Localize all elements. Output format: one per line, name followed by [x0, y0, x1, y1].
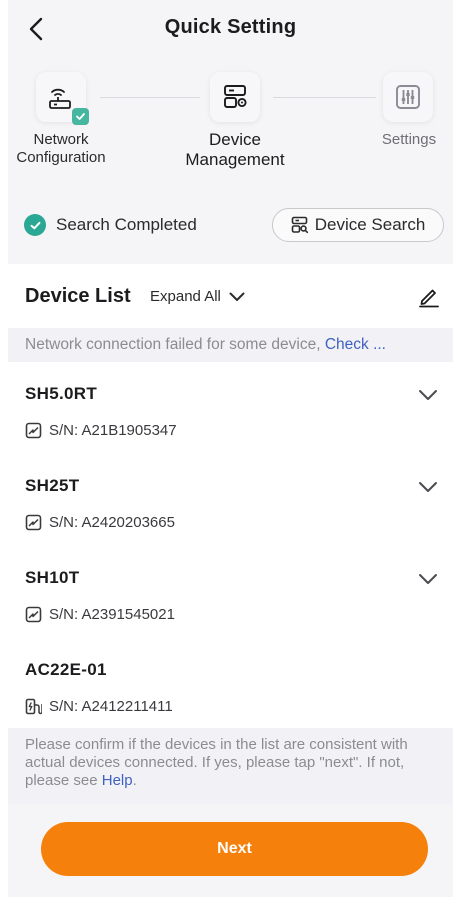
pencil-icon	[419, 289, 439, 308]
step-device-management[interactable]	[210, 72, 260, 122]
device-name: AC22E-01	[25, 660, 107, 679]
page-title: Quick Setting	[164, 16, 297, 38]
device-serial: S/N: A2412211411	[25, 698, 173, 715]
check-circle-icon	[24, 214, 46, 236]
header: Quick Setting	[8, 0, 453, 62]
device-list-header: Device List Expand All	[8, 264, 453, 328]
search-status-row: Search Completed Device Search	[8, 200, 453, 250]
step-label-settings: Settings	[381, 131, 437, 148]
device-serial: S/N: A2391545021	[25, 606, 175, 623]
device-item[interactable]: SH10T S/N: A2391545021	[8, 554, 453, 646]
device-item[interactable]: SH25T S/N: A2420203665	[8, 462, 453, 554]
confirm-end: .	[132, 772, 137, 789]
device-search-label: Device Search	[314, 215, 426, 234]
step-network-configuration[interactable]	[36, 72, 89, 125]
connection-warning: Network connection failed for some devic…	[8, 328, 453, 362]
confirm-note: Please confirm if the devices in the lis…	[8, 728, 453, 804]
chevron-down-icon	[229, 292, 245, 301]
device-list-card: Device List Expand All Network connectio…	[8, 264, 453, 804]
setup-stepper: Network Configuration Device Management	[8, 66, 453, 176]
sliders-icon	[396, 85, 420, 109]
chevron-down-icon[interactable]	[417, 572, 439, 586]
check-link[interactable]: Check ...	[325, 336, 386, 353]
step-connector	[273, 97, 376, 98]
step-label-device: Device Management	[185, 130, 285, 170]
completed-badge	[72, 108, 89, 125]
device-manage-icon	[224, 85, 247, 108]
router-icon	[49, 88, 71, 109]
next-button[interactable]: Next	[41, 822, 428, 876]
expand-all-label: Expand All	[150, 288, 221, 305]
device-serial: S/N: A21B1905347	[25, 422, 177, 439]
device-name: SH5.0RT	[25, 384, 98, 403]
step-label-network: Network Configuration	[16, 131, 106, 166]
inverter-icon	[25, 514, 42, 531]
edit-button[interactable]	[417, 284, 441, 308]
device-search-button[interactable]: Device Search	[272, 208, 444, 242]
device-serial: S/N: A2420203665	[25, 514, 175, 531]
expand-all-button[interactable]: Expand All	[150, 288, 245, 305]
quick-setting-screen: Quick Setting Network Configuration Devi…	[8, 0, 453, 897]
device-list-title: Device List	[25, 285, 131, 307]
confirm-text: Please confirm if the devices in the lis…	[25, 736, 408, 789]
step-settings[interactable]	[383, 72, 433, 122]
inverter-icon	[25, 422, 42, 439]
ev-charger-icon	[25, 698, 42, 715]
step-connector	[100, 97, 200, 98]
chevron-down-icon[interactable]	[417, 480, 439, 494]
device-name: SH10T	[25, 568, 80, 587]
warning-text: Network connection failed for some devic…	[25, 336, 321, 353]
check-icon	[76, 113, 85, 120]
help-link[interactable]: Help	[102, 772, 133, 789]
search-status-text: Search Completed	[56, 215, 197, 234]
inverter-icon	[25, 606, 42, 623]
chevron-down-icon[interactable]	[417, 388, 439, 402]
device-item[interactable]: SH5.0RT S/N: A21B1905347	[8, 370, 453, 462]
device-name: SH25T	[25, 476, 80, 495]
search-status: Search Completed	[24, 214, 197, 236]
device-search-icon	[291, 216, 308, 234]
device-item[interactable]: AC22E-01 S/N: A2412211411	[8, 646, 453, 738]
